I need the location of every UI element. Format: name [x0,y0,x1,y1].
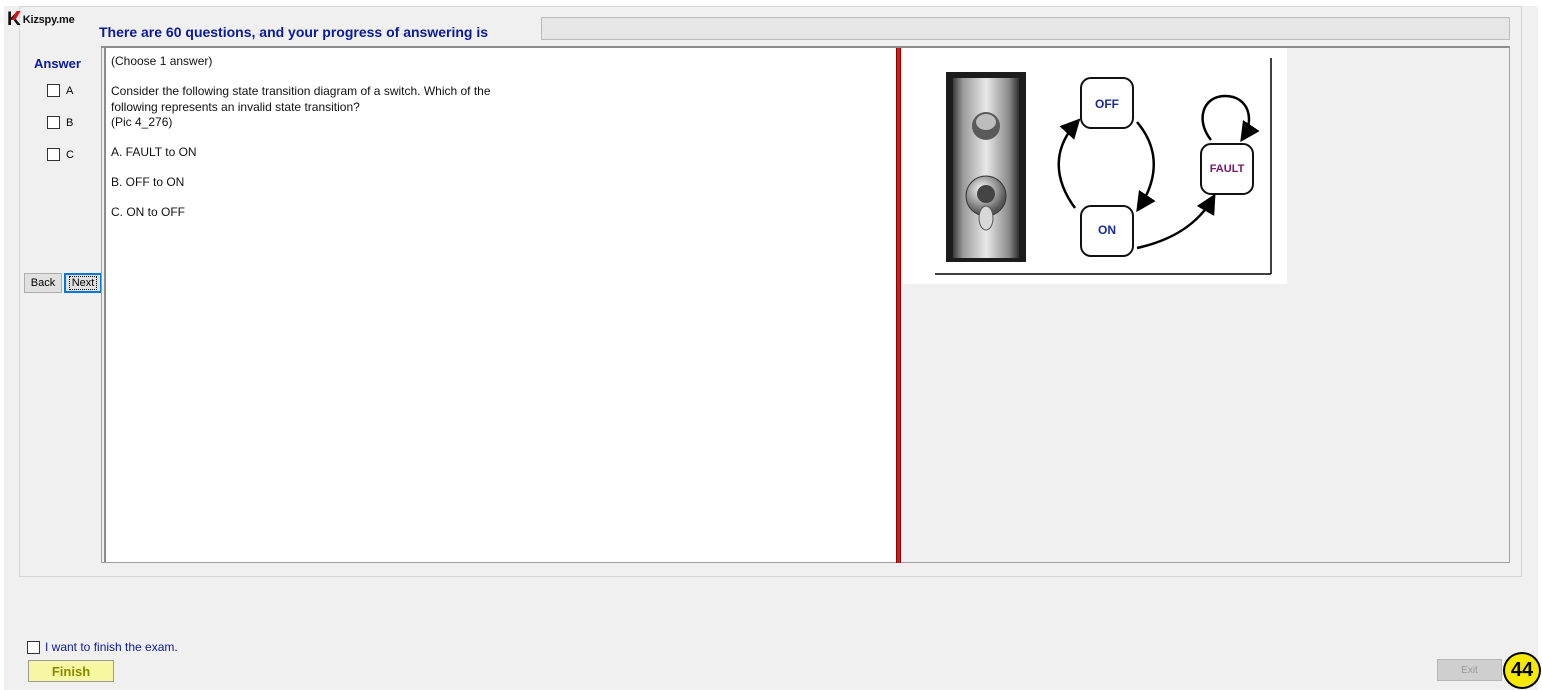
answer-c-label: C [66,148,74,161]
choice-a-text: A. FAULT to ON [111,145,197,159]
off-to-on-arrow [1136,121,1156,213]
finish-exam-row[interactable]: I want to finish the exam. [27,640,178,654]
back-button[interactable]: Back [24,273,62,293]
answer-option-a[interactable]: A [47,84,73,97]
question-image: OFF ON FAULT [903,48,1287,284]
question-type-note: (Choose 1 answer) [111,54,213,68]
next-button-label: Next [68,276,98,290]
progress-bar [541,17,1510,40]
off-state-label: OFF [1095,97,1119,111]
kizspy-logo: K Kizspy.me [7,10,75,30]
answer-title: Answer [34,56,81,71]
choice-c-text: C. ON to OFF [111,205,186,219]
answer-option-b[interactable]: B [47,116,73,129]
question-line-1: Consider the following state transition … [111,84,491,98]
answer-c-checkbox[interactable] [47,148,60,161]
finish-button[interactable]: Finish [28,660,114,682]
state-diagram: OFF ON FAULT [935,58,1272,275]
question-number-badge: 44 [1503,652,1541,689]
answer-b-checkbox[interactable] [47,116,60,129]
answer-a-label: A [66,84,74,97]
question-text-area [104,48,896,562]
answer-b-label: B [66,116,74,129]
on-to-fault-arrow [1136,193,1216,250]
answer-option-c[interactable]: C [47,148,74,161]
finish-exam-checkbox[interactable] [27,640,40,654]
switch-photo [946,72,1026,262]
logo-k-icon: K [7,9,21,30]
progress-label: There are 60 questions, and your progres… [99,24,488,40]
next-button[interactable]: Next [64,273,102,293]
choice-b-text: B. OFF to ON [111,175,185,189]
question-pic-ref: (Pic 4_276) [111,115,173,129]
on-to-off-arrow [1057,118,1081,209]
finish-exam-label: I want to finish the exam. [45,640,178,654]
logo-text: Kizspy.me [22,14,75,26]
on-state-label: ON [1098,223,1116,237]
fault-self-loop-arrow [1201,94,1260,143]
answer-a-checkbox[interactable] [47,84,60,97]
splitter-divider[interactable] [896,48,901,563]
question-line-2: following represents an invalid state tr… [111,100,360,114]
fault-state-label: FAULT [1210,163,1245,175]
exit-button[interactable]: Exit [1437,659,1502,681]
